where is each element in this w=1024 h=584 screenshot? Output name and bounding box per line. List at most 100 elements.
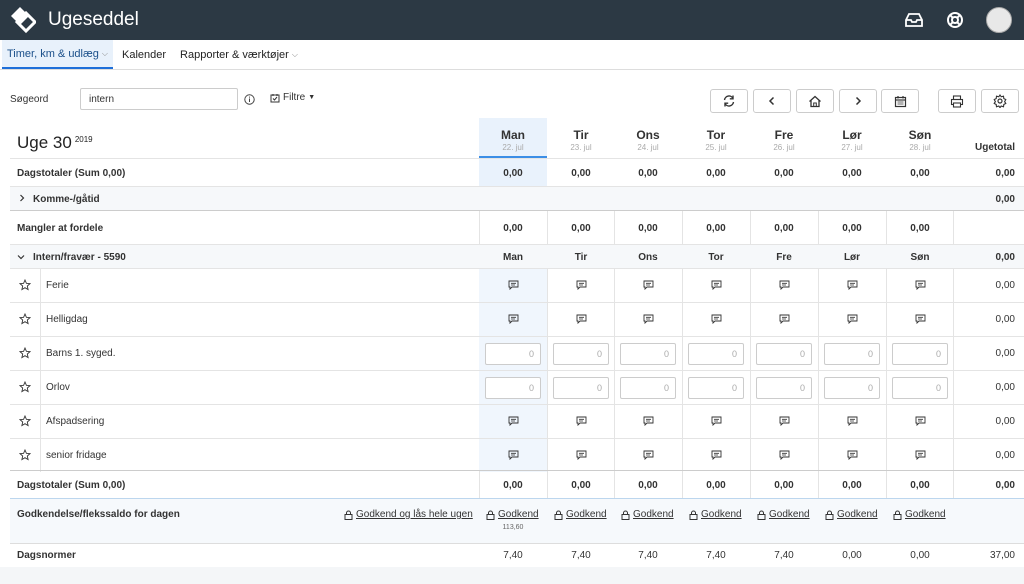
hours-input[interactable]: 0 <box>485 343 541 365</box>
hours-input[interactable]: 0 <box>892 343 948 365</box>
approve-day-link[interactable]: Godkend <box>757 509 810 520</box>
day-header-tir: Tir 23. jul <box>547 118 615 158</box>
godkendelse-row: Godkendelse/flekssaldo for dagen Godkend… <box>10 498 1024 543</box>
star-icon[interactable] <box>18 448 32 464</box>
star-icon[interactable] <box>18 380 32 396</box>
chevron-right-icon[interactable] <box>18 193 26 206</box>
current-week-button[interactable] <box>796 89 834 113</box>
day-total: 0,00 <box>774 480 794 491</box>
chevron-down-icon[interactable] <box>16 252 26 264</box>
comment-icon[interactable] <box>682 416 750 429</box>
approve-day-link[interactable]: Godkend <box>689 509 742 520</box>
star-icon[interactable] <box>18 312 32 328</box>
star-icon[interactable] <box>18 278 32 294</box>
comment-icon[interactable] <box>750 450 818 463</box>
hours-input[interactable]: 0 <box>824 377 880 399</box>
help-lifebuoy-icon[interactable] <box>946 11 964 29</box>
user-avatar[interactable] <box>986 7 1012 33</box>
day-norm: 0,00 <box>910 550 930 561</box>
star-icon[interactable] <box>18 414 32 430</box>
home-icon <box>809 95 821 107</box>
comment-icon[interactable] <box>886 450 954 463</box>
comment-icon[interactable] <box>547 280 615 293</box>
comment-icon[interactable] <box>479 450 547 463</box>
comment-icon[interactable] <box>479 280 547 293</box>
comment-icon[interactable] <box>886 280 954 293</box>
day-name: Ons <box>636 128 660 142</box>
approve-day-link[interactable]: Godkend <box>893 509 946 520</box>
comment-icon[interactable] <box>886 416 954 429</box>
previous-week-button[interactable] <box>753 89 791 113</box>
nav-kalender[interactable]: Kalender <box>117 40 171 69</box>
dagstotaler-label: Dagstotaler (Sum 0,00) <box>17 480 126 491</box>
comment-icon[interactable] <box>818 280 886 293</box>
hours-input[interactable]: 0 <box>824 343 880 365</box>
search-toolbar: Søgeord Filtre ▼ <box>0 70 1024 118</box>
info-icon[interactable] <box>244 94 255 105</box>
comment-icon[interactable] <box>614 416 682 429</box>
comment-icon[interactable] <box>750 416 818 429</box>
comment-icon[interactable] <box>682 450 750 463</box>
star-icon[interactable] <box>18 346 32 362</box>
day-header-tor: Tor 25. jul <box>682 118 750 158</box>
footer-spacer <box>0 567 1024 584</box>
hours-input[interactable]: 0 <box>553 377 609 399</box>
comment-icon[interactable] <box>547 314 615 327</box>
refresh-button[interactable] <box>710 89 748 113</box>
comment-icon[interactable] <box>750 314 818 327</box>
hours-input[interactable]: 0 <box>756 377 812 399</box>
inbox-icon[interactable] <box>904 12 924 28</box>
print-button[interactable] <box>938 89 976 113</box>
hours-input[interactable]: 0 <box>485 377 541 399</box>
komme-gaatid-row[interactable]: Komme-/gåtid 0,00 <box>10 186 1024 210</box>
intern-fravaer-group-row[interactable]: Intern/fravær - 5590 Man Tir Ons Tor Fre… <box>10 244 1024 268</box>
approve-day-label: Godkend <box>769 509 810 520</box>
comment-icon[interactable] <box>886 314 954 327</box>
approve-day-link[interactable]: Godkend <box>486 509 539 520</box>
comment-icon[interactable] <box>750 280 818 293</box>
comment-icon[interactable] <box>682 314 750 327</box>
day-total: 0,00 <box>774 168 794 179</box>
day-value: 0,00 <box>706 223 726 234</box>
flex-balance-monday: 113,60 <box>502 524 524 531</box>
comment-icon[interactable] <box>547 450 615 463</box>
filter-button[interactable]: Filtre ▼ <box>270 92 315 103</box>
comment-icon[interactable] <box>547 416 615 429</box>
comment-icon[interactable] <box>818 450 886 463</box>
hours-input[interactable]: 0 <box>620 377 676 399</box>
approve-day-link[interactable]: Godkend <box>554 509 607 520</box>
comment-icon[interactable] <box>479 416 547 429</box>
week-norm-total: 37,00 <box>989 550 1015 561</box>
hours-input[interactable]: 0 <box>688 343 744 365</box>
calendar-picker-button[interactable] <box>881 89 919 113</box>
nav-rapporter[interactable]: Rapporter & værktøjer ⌵ <box>175 40 303 69</box>
hours-input[interactable]: 0 <box>620 343 676 365</box>
lock-icon <box>825 510 834 520</box>
search-input[interactable] <box>80 88 238 110</box>
next-week-button[interactable] <box>839 89 877 113</box>
nav-item-label: Kalender <box>121 48 167 61</box>
comment-icon[interactable] <box>479 314 547 327</box>
dagstotaler-row: Dagstotaler (Sum 0,00) 0,00 0,00 0,00 0,… <box>10 158 1024 186</box>
app-logo-icon[interactable] <box>8 6 36 34</box>
day-value: 0,00 <box>842 223 862 234</box>
comment-icon[interactable] <box>818 314 886 327</box>
ugetotal-header: Ugetotal <box>975 142 1015 153</box>
settings-button[interactable] <box>981 89 1019 113</box>
approve-day-link[interactable]: Godkend <box>825 509 878 520</box>
hours-input[interactable]: 0 <box>688 377 744 399</box>
day-value: 0,00 <box>638 223 658 234</box>
hours-input[interactable]: 0 <box>553 343 609 365</box>
hours-input[interactable]: 0 <box>756 343 812 365</box>
week-total: 0,00 <box>995 382 1015 393</box>
approve-day-link[interactable]: Godkend <box>621 509 674 520</box>
hours-input[interactable]: 0 <box>892 377 948 399</box>
comment-icon[interactable] <box>818 416 886 429</box>
comment-icon[interactable] <box>614 280 682 293</box>
comment-icon[interactable] <box>682 280 750 293</box>
lock-icon <box>893 510 902 520</box>
comment-icon[interactable] <box>614 314 682 327</box>
nav-timer-km-udlaeg[interactable]: Timer, km & udlæg ⌵ <box>2 40 113 69</box>
approve-lock-week-link[interactable]: Godkend og lås hele ugen <box>344 509 473 520</box>
comment-icon[interactable] <box>614 450 682 463</box>
